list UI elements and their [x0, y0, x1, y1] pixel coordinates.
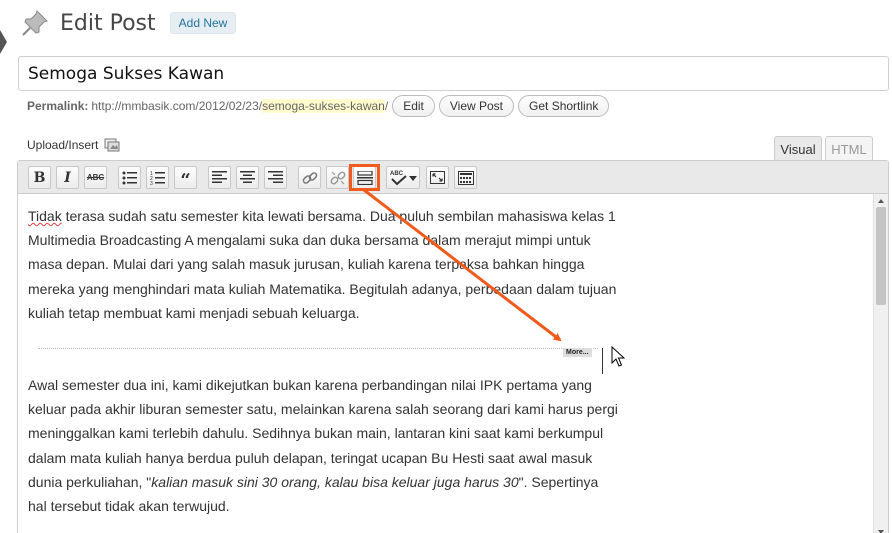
text-caret: [602, 348, 603, 374]
spellcheck-button[interactable]: ABC: [386, 166, 420, 189]
editor-content-paragraph-2[interactable]: Awal semester dua ini, kami dikejutkan b…: [28, 373, 618, 518]
bullet-list-icon: [122, 171, 137, 184]
align-right-button[interactable]: [264, 166, 287, 189]
permalink-base-url: http://mmbasik.com/2012/02/23/: [91, 99, 263, 113]
insert-link-button[interactable]: [298, 166, 321, 189]
svg-text:ABC: ABC: [390, 171, 404, 177]
align-left-button[interactable]: [208, 166, 231, 189]
unordered-list-button[interactable]: [118, 166, 141, 189]
editor: B I ABC 1 2 3 “ ABC Tidak terasa sudah s…: [17, 160, 889, 533]
pushpin-icon: [22, 10, 48, 36]
fullscreen-button[interactable]: [426, 166, 449, 189]
link-icon: [302, 171, 317, 184]
kitchen-sink-icon: [457, 170, 474, 185]
scroll-thumb[interactable]: [876, 207, 886, 305]
post-title-input[interactable]: [18, 56, 889, 91]
paragraph-1-text: terasa sudah satu semester kita lewati b…: [28, 208, 617, 321]
more-tag-label[interactable]: More...: [563, 348, 592, 357]
align-center-icon: [240, 171, 255, 183]
paragraph-2-italic-quote: kalian masuk sini 30 orang, kalau bisa k…: [151, 473, 519, 490]
annotation-highlight-box: [349, 164, 380, 191]
add-new-button[interactable]: Add New: [169, 12, 237, 34]
align-left-icon: [212, 171, 227, 183]
spellcheck-icon: ABC: [390, 171, 407, 185]
permalink-label: Permalink:: [27, 99, 89, 113]
editor-scrollbar[interactable]: [873, 194, 888, 533]
permalink-row: Permalink: http://mmbasik.com/2012/02/23…: [27, 95, 610, 117]
scroll-up-icon[interactable]: [878, 199, 884, 203]
side-collapse-arrow[interactable]: [0, 30, 7, 54]
get-shortlink-button[interactable]: Get Shortlink: [518, 95, 610, 117]
svg-text:3: 3: [150, 181, 153, 185]
kitchen-sink-button[interactable]: [454, 166, 477, 189]
upload-insert-label: Upload/Insert: [27, 138, 99, 152]
align-center-button[interactable]: [236, 166, 259, 189]
page-header: Edit Post Add New: [20, 6, 237, 40]
more-tag-divider: [38, 348, 598, 349]
editor-content-paragraph-1[interactable]: Tidak terasa sudah satu semester kita le…: [28, 204, 618, 325]
edit-permalink-button[interactable]: Edit: [392, 95, 435, 117]
unlink-icon: [330, 171, 345, 184]
editor-toolbar: B I ABC 1 2 3 “ ABC: [18, 161, 888, 194]
upload-insert: Upload/Insert: [27, 138, 120, 152]
italic-button[interactable]: I: [56, 166, 79, 189]
align-right-icon: [268, 171, 283, 183]
view-post-button[interactable]: View Post: [438, 95, 515, 117]
tab-html[interactable]: HTML: [825, 136, 873, 161]
fullscreen-icon: [430, 171, 445, 184]
permalink-slug[interactable]: semoga-sukses-kawan: [262, 99, 385, 113]
strikethrough-button[interactable]: ABC: [84, 166, 107, 189]
tab-visual[interactable]: Visual: [774, 136, 822, 161]
ordered-list-button[interactable]: 1 2 3: [146, 166, 169, 189]
bold-button[interactable]: B: [28, 166, 51, 189]
permalink-trailing-slash: /: [384, 99, 389, 113]
unlink-button[interactable]: [326, 166, 349, 189]
chevron-down-icon[interactable]: [409, 176, 417, 181]
page-title: Edit Post: [60, 10, 156, 36]
misspelled-word: Tidak: [28, 208, 62, 224]
blockquote-button[interactable]: “: [174, 166, 197, 189]
mouse-cursor-icon: [611, 346, 625, 367]
media-icon[interactable]: [104, 138, 120, 152]
numbered-list-icon: 1 2 3: [150, 171, 165, 185]
